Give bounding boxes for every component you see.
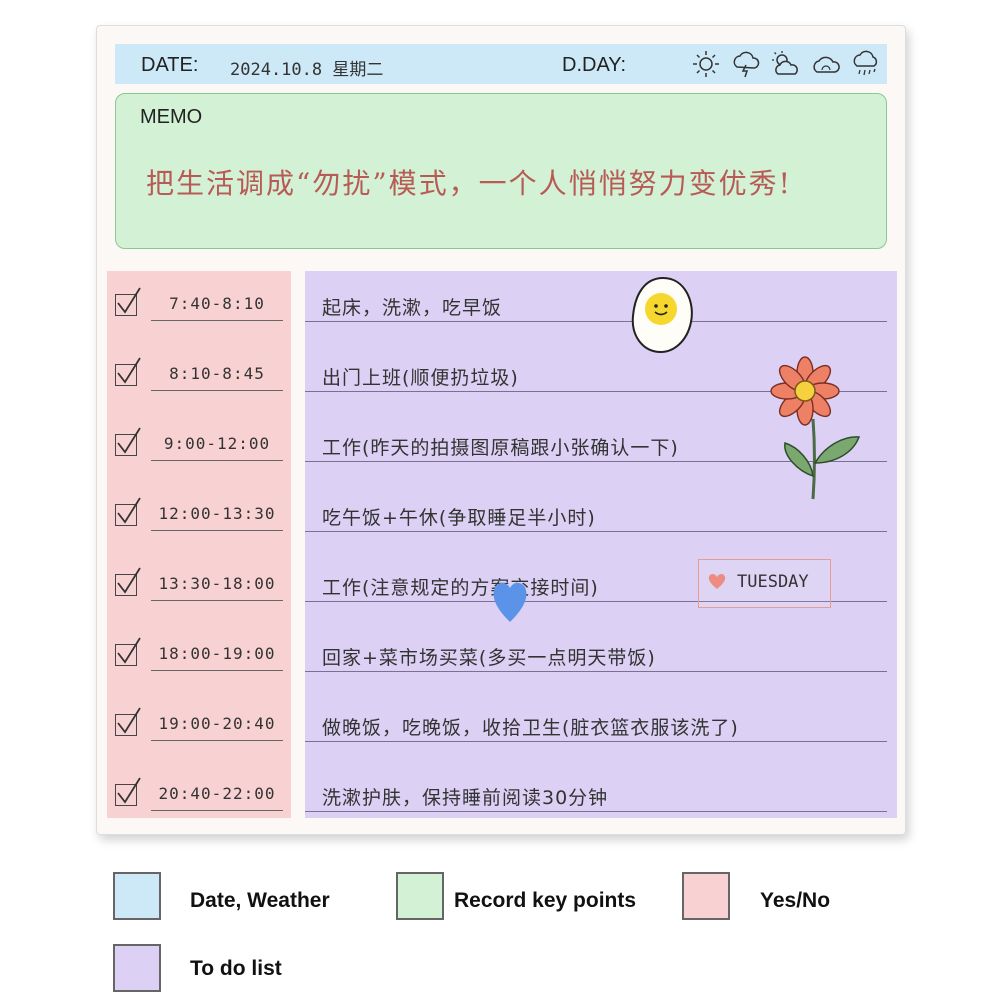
legend-label-todo-list: To do list	[190, 957, 282, 980]
todo-item-1[interactable]: 起床，洗漱，吃早饭	[305, 281, 887, 322]
memo-text: 把生活调成“勿扰”模式，一个人悄悄努力变优秀!	[146, 167, 792, 200]
weather-icons	[689, 48, 883, 80]
checkbox[interactable]	[115, 637, 141, 666]
todo-item-6[interactable]: 回家+菜市场买菜(多买一点明天带饭)	[305, 631, 887, 672]
checkmark-icon	[117, 427, 141, 454]
schedule-row-8: 20:40-22:00	[107, 764, 291, 834]
time-slot: 13:30-18:00	[151, 574, 283, 601]
time-slot: 9:00-12:00	[151, 434, 283, 461]
date-label: DATE:	[141, 54, 199, 76]
legend-swatch-yes-no	[682, 872, 730, 920]
todo-item-text: 做晚饭，吃晚饭，收拾卫生(脏衣篮衣服该洗了)	[322, 717, 739, 739]
legend-swatch-record-key-points	[396, 872, 444, 920]
checkmark-icon	[117, 497, 141, 524]
legend-label-date-weather: Date, Weather	[190, 889, 330, 912]
time-slot: 12:00-13:30	[151, 504, 283, 531]
time-slot: 8:10-8:45	[151, 364, 283, 391]
schedule-row-6: 18:00-19:00	[107, 624, 291, 694]
todo-item-text: 回家+菜市场买菜(多买一点明天带饭)	[322, 647, 656, 669]
schedule-row-1: 7:40-8:10	[107, 274, 291, 344]
todo-item-text: 出门上班(顺便扔垃圾)	[322, 367, 519, 389]
schedule-row-3: 9:00-12:00	[107, 414, 291, 484]
checkbox[interactable]	[115, 497, 141, 526]
checkbox[interactable]	[115, 287, 141, 316]
checkmark-icon	[117, 567, 141, 594]
heart-icon	[708, 574, 726, 589]
checkmark-icon	[117, 287, 141, 314]
checkmark-icon	[117, 707, 141, 734]
todo-item-7[interactable]: 做晚饭，吃晚饭，收拾卫生(脏衣篮衣服该洗了)	[305, 701, 887, 742]
legend-label-record-key-points: Record key points	[454, 889, 637, 912]
schedule-row-7: 19:00-20:40	[107, 694, 291, 764]
time-slot: 7:40-8:10	[151, 294, 283, 321]
schedule-row-4: 12:00-13:30	[107, 484, 291, 554]
egg-sticker-icon	[631, 276, 693, 354]
todo-item-text: 吃午饭+午休(争取睡足半小时)	[322, 507, 596, 529]
time-slot: 18:00-19:00	[151, 644, 283, 671]
tuesday-text: TUESDAY	[737, 572, 809, 592]
legend-label-yes-no: Yes/No	[760, 889, 831, 912]
time-slot: 19:00-20:40	[151, 714, 283, 741]
checkmark-icon	[117, 637, 141, 664]
memo-label: MEMO	[140, 106, 203, 128]
thunderstorm-icon[interactable]	[729, 48, 763, 80]
tuesday-sticker: TUESDAY	[698, 559, 831, 608]
time-slot: 20:40-22:00	[151, 784, 283, 811]
todo-item-text: 洗漱护肤，保持睡前阅读30分钟	[322, 787, 609, 809]
blue-heart-icon	[493, 582, 527, 622]
legend-swatch-todo-list	[113, 944, 161, 992]
checkbox[interactable]	[115, 777, 141, 806]
cloud-icon[interactable]	[809, 48, 843, 80]
dday-label: D.DAY:	[562, 54, 627, 76]
checkbox[interactable]	[115, 357, 141, 386]
flower-sticker-icon	[770, 356, 861, 500]
rain-icon[interactable]	[849, 48, 883, 80]
checkbox[interactable]	[115, 567, 141, 596]
date-value: 2024.10.8 星期二	[230, 60, 384, 80]
checkmark-icon	[117, 777, 141, 804]
todo-item-8[interactable]: 洗漱护肤，保持睡前阅读30分钟	[305, 771, 887, 812]
schedule-row-2: 8:10-8:45	[107, 344, 291, 414]
date-weather-bar: DATE: 2024.10.8 星期二 D.DAY:	[115, 44, 887, 84]
memo-box: MEMO 把生活调成“勿扰”模式，一个人悄悄努力变优秀!	[115, 93, 887, 249]
checkbox[interactable]	[115, 707, 141, 736]
checkbox[interactable]	[115, 427, 141, 456]
sun-icon[interactable]	[689, 48, 723, 80]
sun-cloud-icon[interactable]	[769, 48, 803, 80]
planner-sheet: DATE: 2024.10.8 星期二 D.DAY: MEMO 把生活调成“勿扰…	[96, 25, 906, 835]
todo-item-text: 起床，洗漱，吃早饭	[322, 297, 503, 319]
checkmark-icon	[117, 357, 141, 384]
todo-item-text: 工作(注意规定的方案交接时间)	[322, 577, 599, 599]
schedule-row-5: 13:30-18:00	[107, 554, 291, 624]
legend-swatch-date-weather	[113, 872, 161, 920]
todo-item-text: 工作(昨天的拍摄图原稿跟小张确认一下)	[322, 437, 679, 459]
